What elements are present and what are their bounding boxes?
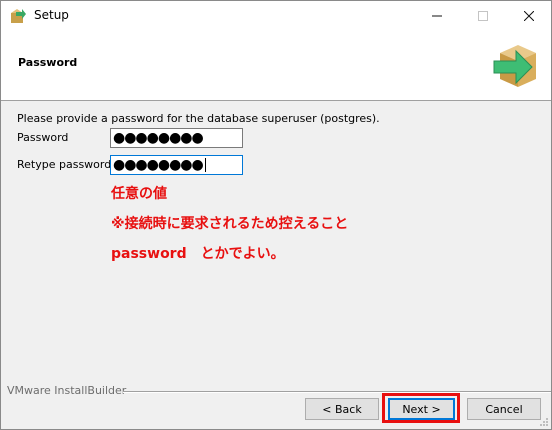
page-title: Password [18, 56, 78, 69]
retype-password-field[interactable]: ●●●●●●●● [110, 155, 243, 175]
password-label: Password [17, 131, 69, 144]
annotation-line-1: 任意の値 [111, 186, 167, 202]
password-value: ●●●●●●●● [113, 130, 204, 146]
maximize-button [460, 1, 506, 31]
footer-brand: VMware InstallBuilder [7, 384, 127, 397]
window-title: Setup [34, 8, 69, 22]
close-icon [524, 11, 534, 21]
text-caret [204, 158, 206, 172]
password-field[interactable]: ●●●●●●●● [110, 128, 243, 148]
title-bar: Setup [1, 1, 551, 31]
setup-window: Setup Password Please provide a password… [0, 0, 552, 430]
minimize-icon [432, 15, 442, 17]
cancel-button[interactable]: Cancel [467, 398, 541, 420]
next-button[interactable]: Next > [388, 398, 455, 420]
footer-divider [123, 391, 551, 393]
minimize-button[interactable] [414, 1, 460, 31]
close-button[interactable] [506, 1, 552, 31]
maximize-icon [478, 11, 488, 21]
installer-box-arrow-icon [493, 45, 536, 87]
intro-text: Please provide a password for the databa… [17, 112, 380, 125]
annotation-line-2: ※接続時に要求されるため控えること [111, 216, 349, 232]
resize-grip-icon[interactable] [539, 417, 549, 427]
retype-password-label: Retype password [17, 158, 112, 171]
back-button[interactable]: < Back [305, 398, 379, 420]
app-icon [11, 9, 26, 23]
annotation-line-3: password とかでよい。 [111, 246, 285, 262]
page-header: Password [1, 31, 551, 101]
retype-password-value: ●●●●●●●● [113, 157, 204, 173]
